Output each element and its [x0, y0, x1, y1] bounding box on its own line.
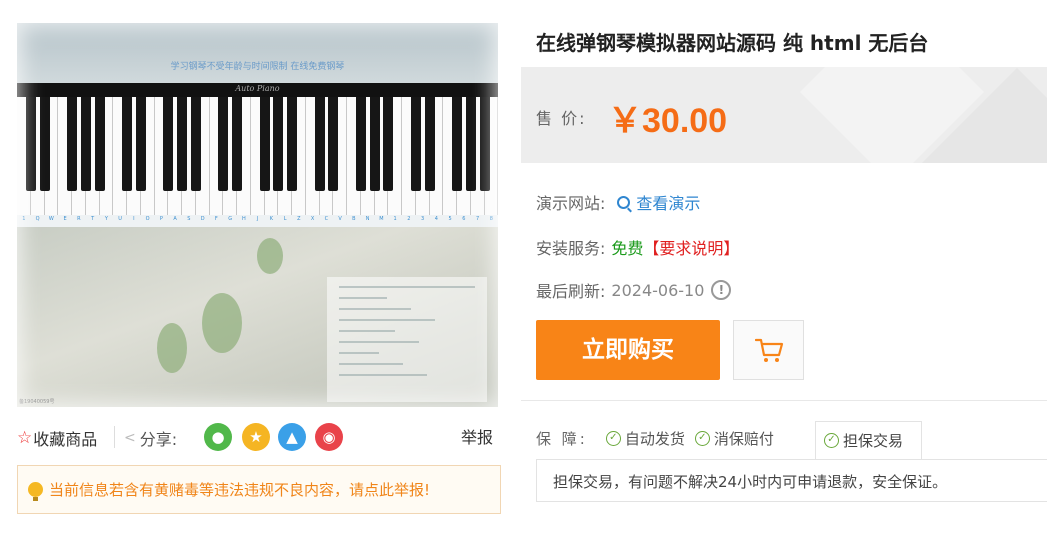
buy-now-button[interactable]: 立即购买: [536, 320, 720, 380]
wechat-share-icon[interactable]: ●: [204, 423, 232, 451]
guarantee-description: 担保交易，有问题不解决24小时内可申请退款，安全保证。: [536, 459, 1047, 502]
report-warning[interactable]: 当前信息若含有黄赌毒等违法违规不良内容，请点此举报!: [17, 465, 501, 514]
install-label: 安装服务:: [536, 239, 606, 258]
guarantee-row: 保 障: ✓ 自动发货 ✓ 消保赔付: [536, 428, 784, 449]
favorite-button[interactable]: ☆ 收藏商品: [17, 426, 97, 450]
guarantee-compensation[interactable]: ✓ 消保赔付: [694, 428, 774, 449]
qq-share-icon[interactable]: ▲: [278, 423, 306, 451]
add-to-cart-button[interactable]: [733, 320, 804, 380]
price-box: 售 价: ￥30.00: [521, 67, 1047, 163]
guarantee-item-label: 担保交易: [843, 432, 904, 450]
guarantee-escrow[interactable]: ✓ 担保交易: [824, 430, 903, 451]
guarantee-label: 保 障:: [536, 430, 588, 448]
guarantee-item-label: 自动发货: [624, 430, 685, 448]
refresh-label: 最后刷新:: [536, 282, 606, 301]
check-icon: ✓: [605, 431, 621, 446]
install-requirements-link[interactable]: 【要求说明】: [643, 235, 739, 259]
refresh-date: 2024-06-10: [611, 280, 705, 300]
check-icon: ✓: [824, 433, 839, 448]
star-icon: ☆: [17, 428, 33, 448]
divider: [114, 426, 115, 448]
guarantee-auto-delivery[interactable]: ✓ 自动发货: [605, 428, 685, 449]
demo-row: 演示网站: 查看演示: [536, 190, 700, 214]
search-icon: [617, 195, 631, 209]
share-group: < 分享:: [124, 426, 177, 450]
lightbulb-icon: [28, 482, 43, 501]
cart-icon: [755, 338, 784, 362]
demo-label: 演示网站:: [536, 194, 606, 213]
price-value: ￥30.00: [608, 102, 728, 140]
product-actions: ☆ 收藏商品 < 分享: ● ★ ▲ ◉ 举报: [17, 423, 502, 451]
preview-glow: [17, 23, 498, 407]
share-icon: <: [124, 430, 136, 446]
info-icon[interactable]: !: [711, 280, 732, 300]
favorite-label: 收藏商品: [33, 430, 98, 449]
report-link[interactable]: 举报: [461, 424, 493, 448]
demo-link-text: 查看演示: [636, 194, 701, 213]
price-label: 售 价:: [536, 109, 587, 128]
install-row: 安装服务: 免费 【要求说明】: [536, 235, 739, 259]
guarantee-item-label: 消保赔付: [713, 430, 774, 448]
check-icon: ✓: [694, 431, 710, 446]
demo-link[interactable]: 查看演示: [617, 190, 700, 214]
divider: [521, 400, 1047, 401]
product-preview-image[interactable]: 学习钢琴不受年龄与时间限制 在线免费钢琴 Auto Piano 1QWERTYU…: [17, 23, 498, 407]
refresh-row: 最后刷新: 2024-06-10 !: [536, 278, 732, 302]
share-label: 分享:: [139, 430, 178, 449]
weibo-share-icon[interactable]: ◉: [315, 423, 343, 451]
warning-text: 当前信息若含有黄赌毒等违法违规不良内容，请点此举报!: [49, 481, 431, 499]
qzone-share-icon[interactable]: ★: [242, 423, 270, 451]
install-free: 免费: [611, 239, 644, 258]
product-title: 在线弹钢琴模拟器网站源码 纯 html 无后台: [536, 31, 929, 55]
